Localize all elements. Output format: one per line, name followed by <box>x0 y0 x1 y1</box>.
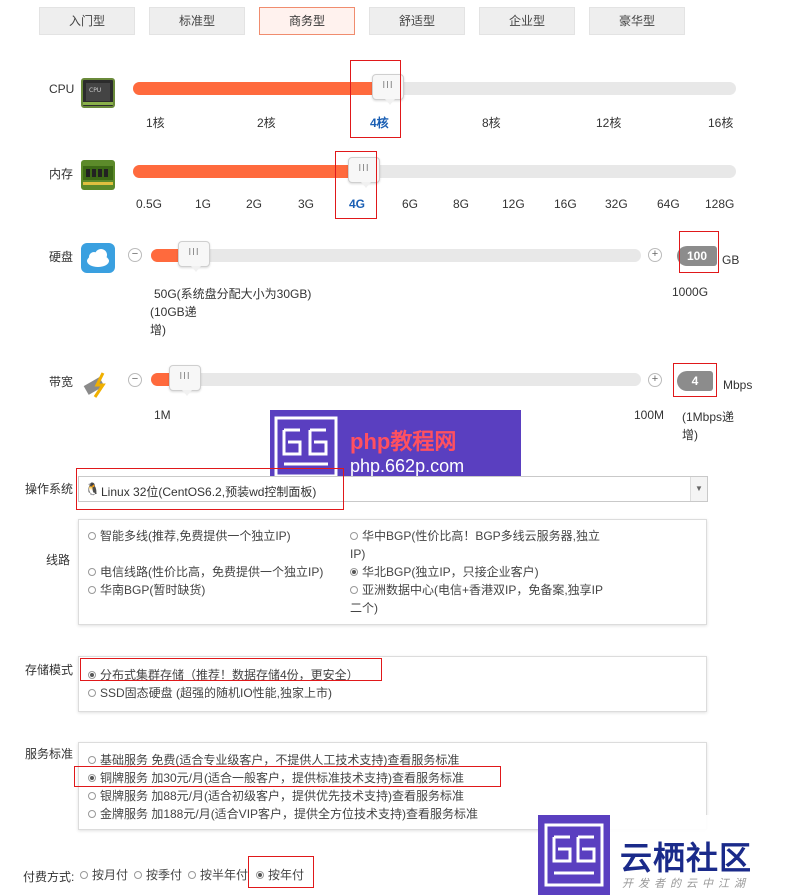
line-option-continuation: 二个) <box>350 601 378 615</box>
os-label: 操作系统 <box>25 482 74 496</box>
watermark-yunqi-tagline: 开发者的云中江湖 <box>622 878 750 890</box>
memory-tick[interactable]: 3G <box>298 197 314 211</box>
cpu-label: CPU <box>49 82 75 96</box>
line-option-selected[interactable]: 华北BGP(独立IP，只接企业客户) <box>350 564 539 581</box>
line-option[interactable]: 智能多线(推荐,免费提供一个独立IP) <box>88 528 291 545</box>
bandwidth-decrease-button[interactable]: − <box>128 373 142 387</box>
memory-tick[interactable]: 64G <box>657 197 680 211</box>
watermark-logo-mark <box>538 815 610 895</box>
radio-icon[interactable] <box>88 756 96 764</box>
disk-label: 硬盘 <box>49 250 74 264</box>
memory-tick[interactable]: 0.5G <box>136 197 162 211</box>
disk-unit: GB <box>722 253 740 267</box>
disk-max-label: 1000G <box>672 285 709 299</box>
disk-slider-track[interactable] <box>151 249 641 262</box>
cpu-tick[interactable]: 2核 <box>257 114 276 131</box>
payment-option[interactable]: 按月付 <box>80 867 128 884</box>
storage-label: 存储模式 <box>25 663 74 677</box>
radio-icon[interactable] <box>88 792 96 800</box>
memory-tick[interactable]: 2G <box>246 197 262 211</box>
line-label: 线路 <box>46 553 71 567</box>
tab-luxury[interactable]: 豪华型 <box>589 7 685 35</box>
disk-decrease-button[interactable]: − <box>128 248 142 262</box>
disk-highlight-box <box>679 231 719 273</box>
tab-comfort[interactable]: 舒适型 <box>369 7 465 35</box>
watermark-site-name: php教程网 <box>350 429 457 454</box>
bandwidth-slider-track[interactable] <box>151 373 641 386</box>
payment-option[interactable]: 按半年付 <box>188 867 248 884</box>
service-option[interactable]: 银牌服务 加88元/月(适合初级客户，提供优先技术支持)查看服务标准 <box>88 788 464 805</box>
memory-tick[interactable]: 12G <box>502 197 525 211</box>
svg-text:CPU: CPU <box>89 87 101 94</box>
payment-option[interactable]: 按季付 <box>134 867 182 884</box>
bandwidth-slider-handle[interactable]: III <box>169 365 201 396</box>
memory-icon <box>81 160 115 190</box>
os-highlight-box <box>76 468 344 510</box>
radio-icon[interactable] <box>88 810 96 818</box>
payment-label: 付费方式: <box>23 870 75 884</box>
payment-highlight-box <box>248 856 314 888</box>
memory-tick[interactable]: 6G <box>402 197 418 211</box>
tab-standard[interactable]: 标准型 <box>149 7 245 35</box>
cpu-tick-selected[interactable]: 4核 <box>370 114 389 131</box>
tab-business[interactable]: 商务型 <box>259 7 355 35</box>
disk-step-label-line2: 增) <box>150 323 166 337</box>
cpu-icon: CPU <box>81 78 115 108</box>
radio-icon[interactable] <box>88 532 96 540</box>
radio-icon[interactable] <box>88 689 96 697</box>
watermark-yunqi-logo: 云栖社区 开发者的云中江湖 <box>538 815 792 895</box>
radio-icon[interactable] <box>134 871 142 879</box>
line-option[interactable]: 华中BGP(性价比高！BGP多线云服务器,独立 <box>350 528 600 545</box>
bandwidth-step-label-line2: 增) <box>682 428 698 442</box>
cpu-tick[interactable]: 1核 <box>146 114 165 131</box>
storage-highlight-box <box>80 658 382 681</box>
tab-enterprise[interactable]: 企业型 <box>479 7 575 35</box>
service-highlight-box <box>74 766 501 787</box>
line-option[interactable]: 华南BGP(暂时缺货) <box>88 582 205 599</box>
storage-option[interactable]: SSD固态硬盘 (超强的随机IO性能,独家上市) <box>88 685 332 702</box>
disk-slider-handle[interactable]: III <box>178 241 210 272</box>
cpu-tick[interactable]: 16核 <box>708 114 733 131</box>
line-option-continuation: IP) <box>350 547 366 561</box>
memory-label: 内存 <box>49 167 74 181</box>
radio-icon[interactable] <box>188 871 196 879</box>
line-option[interactable]: 电信线路(性价比高，免费提供一个独立IP) <box>88 564 323 581</box>
cpu-slider-track[interactable] <box>133 82 736 95</box>
memory-slider-track[interactable] <box>133 165 736 178</box>
radio-icon[interactable] <box>350 586 358 594</box>
service-label: 服务标准 <box>25 747 74 761</box>
chevron-down-icon[interactable]: ▼ <box>690 477 707 501</box>
memory-tick[interactable]: 32G <box>605 197 628 211</box>
disk-increase-button[interactable]: + <box>648 248 662 262</box>
radio-icon[interactable] <box>88 586 96 594</box>
watermark-site-url: php.662p.com <box>350 456 465 476</box>
line-option[interactable]: 亚洲数据中心(电信+香港双IP，免备案,独享IP <box>350 582 603 599</box>
service-option[interactable]: 金牌服务 加188元/月(适合VIP客户，提供全方位技术支持)查看服务标准 <box>88 806 478 823</box>
bandwidth-min-label: 1M <box>154 408 171 422</box>
disk-min-label: 50G(系统盘分配大小为30GB) <box>154 287 312 301</box>
bandwidth-max-label: 100M <box>634 408 665 422</box>
bandwidth-label: 带宽 <box>49 375 74 389</box>
cloud-disk-icon <box>81 243 115 273</box>
radio-icon[interactable] <box>88 568 96 576</box>
bandwidth-increase-button[interactable]: + <box>648 373 662 387</box>
bandwidth-step-label-line1: (1Mbps递 <box>682 410 735 424</box>
watermark-yunqi-name: 云栖社区 <box>620 840 753 876</box>
tab-entry[interactable]: 入门型 <box>39 7 135 35</box>
bandwidth-unit: Mbps <box>723 378 753 392</box>
cpu-tick[interactable]: 8核 <box>482 114 501 131</box>
bandwidth-highlight-box <box>673 363 717 397</box>
disk-step-label-line1: (10GB递 <box>150 305 197 319</box>
memory-tick[interactable]: 16G <box>554 197 577 211</box>
memory-tick[interactable]: 1G <box>195 197 211 211</box>
radio-icon[interactable] <box>350 532 358 540</box>
network-cable-icon <box>81 369 115 399</box>
cpu-tick[interactable]: 12核 <box>596 114 621 131</box>
memory-tick[interactable]: 8G <box>453 197 469 211</box>
radio-checked-icon[interactable] <box>350 568 358 576</box>
memory-tick[interactable]: 128G <box>705 197 734 211</box>
radio-icon[interactable] <box>80 871 88 879</box>
memory-tick-selected[interactable]: 4G <box>349 197 365 211</box>
memory-slider-fill <box>133 165 364 178</box>
